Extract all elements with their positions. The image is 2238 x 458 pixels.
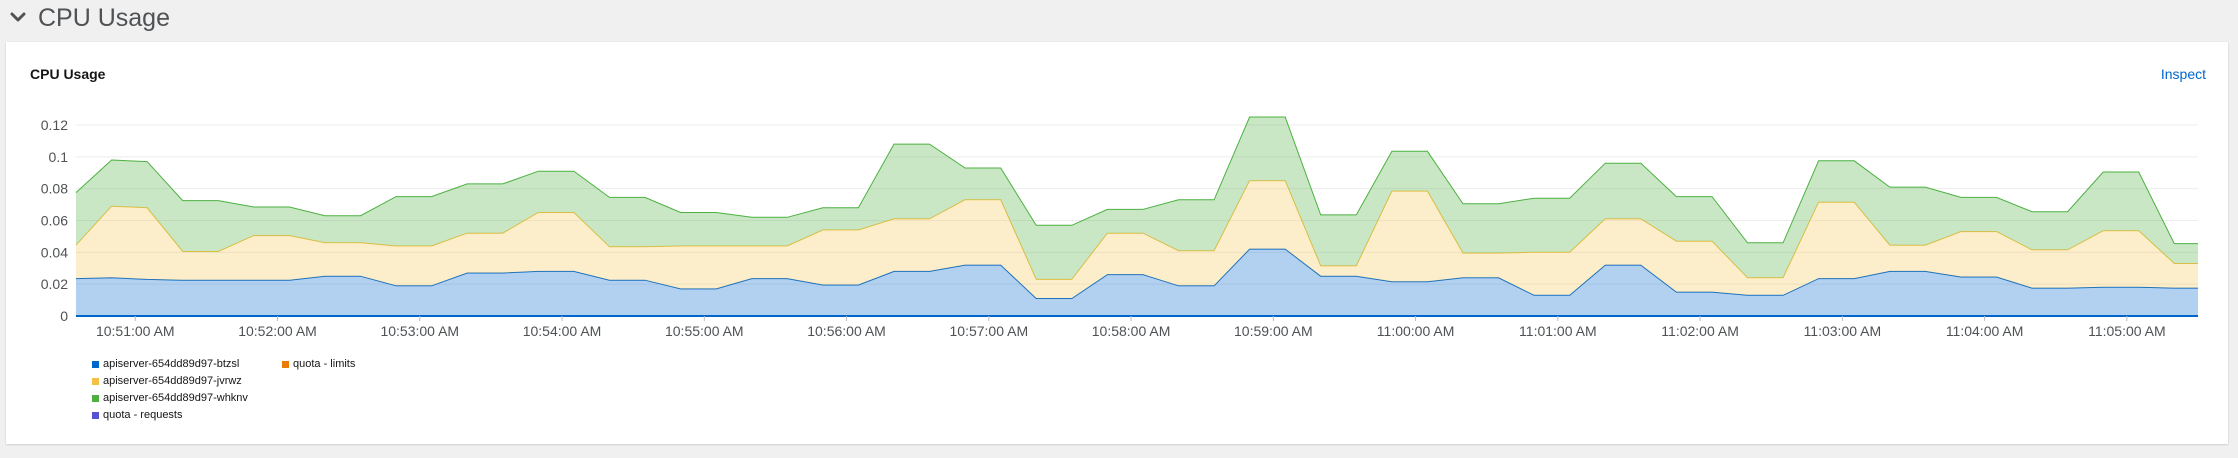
legend-swatch	[92, 411, 99, 419]
x-tick-label: 10:57:00 AM	[950, 323, 1029, 339]
x-tick-label: 10:56:00 AM	[807, 323, 886, 339]
inspect-link[interactable]: Inspect	[2161, 66, 2206, 82]
legend-item[interactable]: apiserver-654dd89d97-btzsl	[92, 358, 239, 370]
x-tick-label: 10:53:00 AM	[380, 323, 459, 339]
x-tick-label: 10:59:00 AM	[1234, 323, 1313, 339]
x-tick-label: 11:04:00 AM	[1946, 323, 2024, 339]
y-tick-label: 0.08	[41, 181, 68, 197]
legend-swatch	[92, 360, 99, 368]
legend-swatch	[92, 377, 99, 385]
x-tick-label: 10:58:00 AM	[1092, 323, 1171, 339]
legend-item[interactable]: apiserver-654dd89d97-jvrwz	[92, 375, 242, 387]
x-tick-label: 11:02:00 AM	[1661, 323, 1739, 339]
y-tick-label: 0	[60, 308, 68, 324]
legend-item[interactable]: quota - requests	[92, 409, 183, 421]
x-tick-label: 11:05:00 AM	[2088, 323, 2166, 339]
y-tick-label: 0.12	[41, 117, 68, 133]
chevron-down-icon	[8, 8, 28, 28]
x-tick-label: 11:00:00 AM	[1377, 323, 1455, 339]
x-tick-label: 11:03:00 AM	[1804, 323, 1882, 339]
section-toggle[interactable]: CPU Usage	[8, 0, 170, 36]
cpu-usage-card: 0 0.02 0.04 0.06 0.08 0.1 0.12 10:51:00 AM 10:52…	[6, 42, 2228, 444]
y-tick-label: 0.1	[49, 149, 69, 165]
x-tick-label: 10:51:00 AM	[96, 323, 175, 339]
x-tick-label: 10:55:00 AM	[665, 323, 744, 339]
legend-label: apiserver-654dd89d97-whknv	[103, 392, 248, 404]
page-footer-gap	[0, 446, 2238, 458]
legend-label: quota - limits	[293, 358, 356, 370]
card-title: CPU Usage	[30, 66, 106, 82]
x-tick-label: 11:01:00 AM	[1519, 323, 1597, 339]
cpu-usage-chart: 0 0.02 0.04 0.06 0.08 0.1 0.12 10:51:00 AM 10:52…	[41, 116, 2198, 339]
legend-label: apiserver-654dd89d97-jvrwz	[103, 375, 242, 387]
y-tick-label: 0.04	[41, 244, 68, 260]
x-tick-label: 10:52:00 AM	[238, 323, 317, 339]
y-tick-label: 0.02	[41, 276, 68, 292]
legend-item[interactable]: quota - limits	[282, 358, 355, 370]
x-tick-label: 10:54:00 AM	[523, 323, 602, 339]
legend-label: apiserver-654dd89d97-btzsl	[103, 358, 240, 370]
y-tick-label: 0.06	[41, 213, 68, 229]
legend-label: quota - requests	[103, 409, 183, 421]
section-title: CPU Usage	[38, 3, 170, 32]
legend-swatch	[282, 360, 289, 368]
legend-item[interactable]: apiserver-654dd89d97-whknv	[92, 392, 248, 404]
legend-swatch	[92, 394, 99, 402]
